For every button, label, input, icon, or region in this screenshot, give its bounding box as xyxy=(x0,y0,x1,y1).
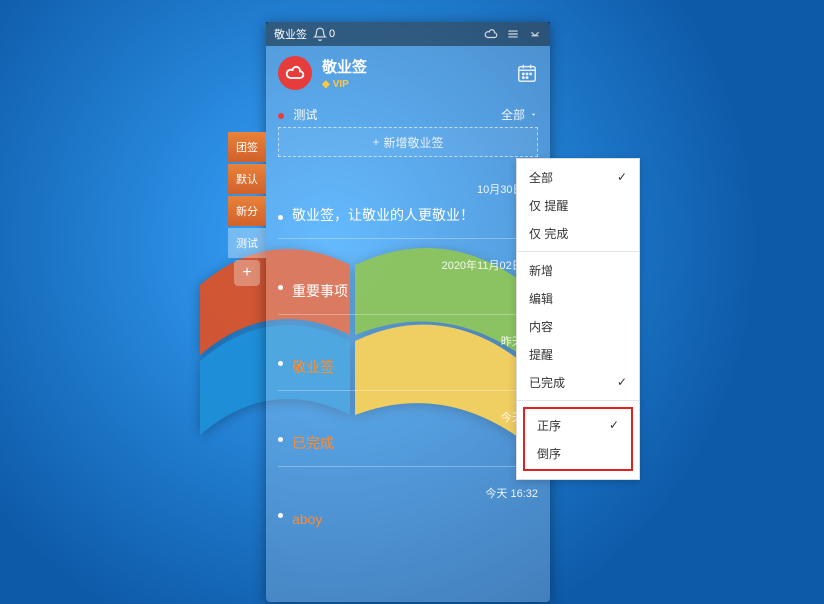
note-date: 2020年11月02日 16 xyxy=(292,257,538,273)
title-bar: 敬业签 0 xyxy=(266,22,550,46)
bullet-icon xyxy=(278,215,283,220)
app-window: 敬业签 0 敬业签 ◆ VIP 团签 默认 新分 测试 xyxy=(266,22,550,602)
note-text: 敬业签，让敬业的人更敬业！ xyxy=(292,205,538,226)
plus-icon: + xyxy=(372,135,379,149)
note-text: aboy xyxy=(292,509,538,530)
side-tab-test[interactable]: 测试 xyxy=(228,228,266,258)
title-bar-app-name: 敬业签 xyxy=(274,26,307,42)
dropdown-group-order: 正序 ✓ 倒序 xyxy=(517,401,639,479)
note-item[interactable]: 今天 16:32 aboy xyxy=(278,467,538,542)
filter-dropdown-trigger[interactable]: 全部 xyxy=(501,106,538,123)
category-name: 测试 xyxy=(293,108,317,122)
dropdown-item-remind-only[interactable]: 仅 提醒 xyxy=(517,191,639,219)
note-item[interactable]: 10月30日 11 敬业签，让敬业的人更敬业！ xyxy=(278,163,538,239)
highlight-box: 正序 ✓ 倒序 xyxy=(523,407,633,471)
dropdown-item-created[interactable]: 新增 xyxy=(517,256,639,284)
category-dot xyxy=(278,113,284,119)
check-icon: ✓ xyxy=(617,375,627,389)
app-header: 敬业签 ◆ VIP xyxy=(266,46,550,100)
header-title: 敬业签 xyxy=(322,56,367,77)
note-item[interactable]: 2020年11月02日 16 重要事项 xyxy=(278,239,538,315)
dropdown-item-done[interactable]: 已完成 ✓ xyxy=(517,368,639,396)
dropdown-group-sortfield: 新增 编辑 内容 提醒 已完成 ✓ xyxy=(517,252,639,401)
side-tab-new[interactable]: 新分 xyxy=(228,196,266,226)
side-tabs: 团签 默认 新分 测试 + xyxy=(228,132,266,288)
dropdown-item-asc[interactable]: 正序 ✓ xyxy=(525,411,631,439)
dropdown-group-filter: 全部 ✓ 仅 提醒 仅 完成 xyxy=(517,159,639,252)
check-icon: ✓ xyxy=(617,170,627,184)
dropdown-item-remind[interactable]: 提醒 xyxy=(517,340,639,368)
note-item[interactable]: 昨天 15 敬业签 xyxy=(278,315,538,391)
note-text: 已完成 xyxy=(292,433,538,454)
note-date: 今天 16:32 xyxy=(292,485,538,501)
bullet-icon xyxy=(278,285,283,290)
add-note-button[interactable]: + 新增敬业签 xyxy=(278,127,538,157)
note-list: 10月30日 11 敬业签，让敬业的人更敬业！ 2020年11月02日 16 重… xyxy=(266,163,550,542)
dropdown-item-all[interactable]: 全部 ✓ xyxy=(517,163,639,191)
side-tab-add[interactable]: + xyxy=(234,260,260,286)
side-tab-default[interactable]: 默认 xyxy=(228,164,266,194)
diamond-icon: ◆ xyxy=(322,79,330,90)
category-bar: 测试 全部 xyxy=(266,100,550,127)
chevron-down-icon[interactable] xyxy=(528,27,542,41)
note-item[interactable]: 今天 16 已完成 xyxy=(278,391,538,467)
note-text: 敬业签 xyxy=(292,357,538,378)
dropdown-item-done-only[interactable]: 仅 完成 xyxy=(517,219,639,247)
dropdown-item-edited[interactable]: 编辑 xyxy=(517,284,639,312)
cloud-sync-icon[interactable] xyxy=(484,27,498,41)
bullet-icon xyxy=(278,513,283,518)
side-tab-team[interactable]: 团签 xyxy=(228,132,266,162)
note-date: 昨天 15 xyxy=(292,333,538,349)
dropdown-item-content[interactable]: 内容 xyxy=(517,312,639,340)
check-icon: ✓ xyxy=(609,418,619,432)
bullet-icon xyxy=(278,437,283,442)
chevron-down-icon xyxy=(529,110,538,119)
menu-lines-icon[interactable] xyxy=(506,27,520,41)
filter-dropdown-menu: 全部 ✓ 仅 提醒 仅 完成 新增 编辑 内容 提醒 已完成 ✓ 正序 xyxy=(516,158,640,480)
calendar-icon[interactable] xyxy=(516,62,538,84)
app-logo xyxy=(278,56,312,90)
note-date: 10月30日 11 xyxy=(292,181,538,197)
note-text: 重要事项 xyxy=(292,281,538,302)
vip-badge: ◆ VIP xyxy=(322,79,367,90)
bullet-icon xyxy=(278,361,283,366)
note-date: 今天 16 xyxy=(292,409,538,425)
bell-icon xyxy=(313,27,327,41)
notification-badge[interactable]: 0 xyxy=(313,27,335,41)
dropdown-item-desc[interactable]: 倒序 xyxy=(525,439,631,467)
